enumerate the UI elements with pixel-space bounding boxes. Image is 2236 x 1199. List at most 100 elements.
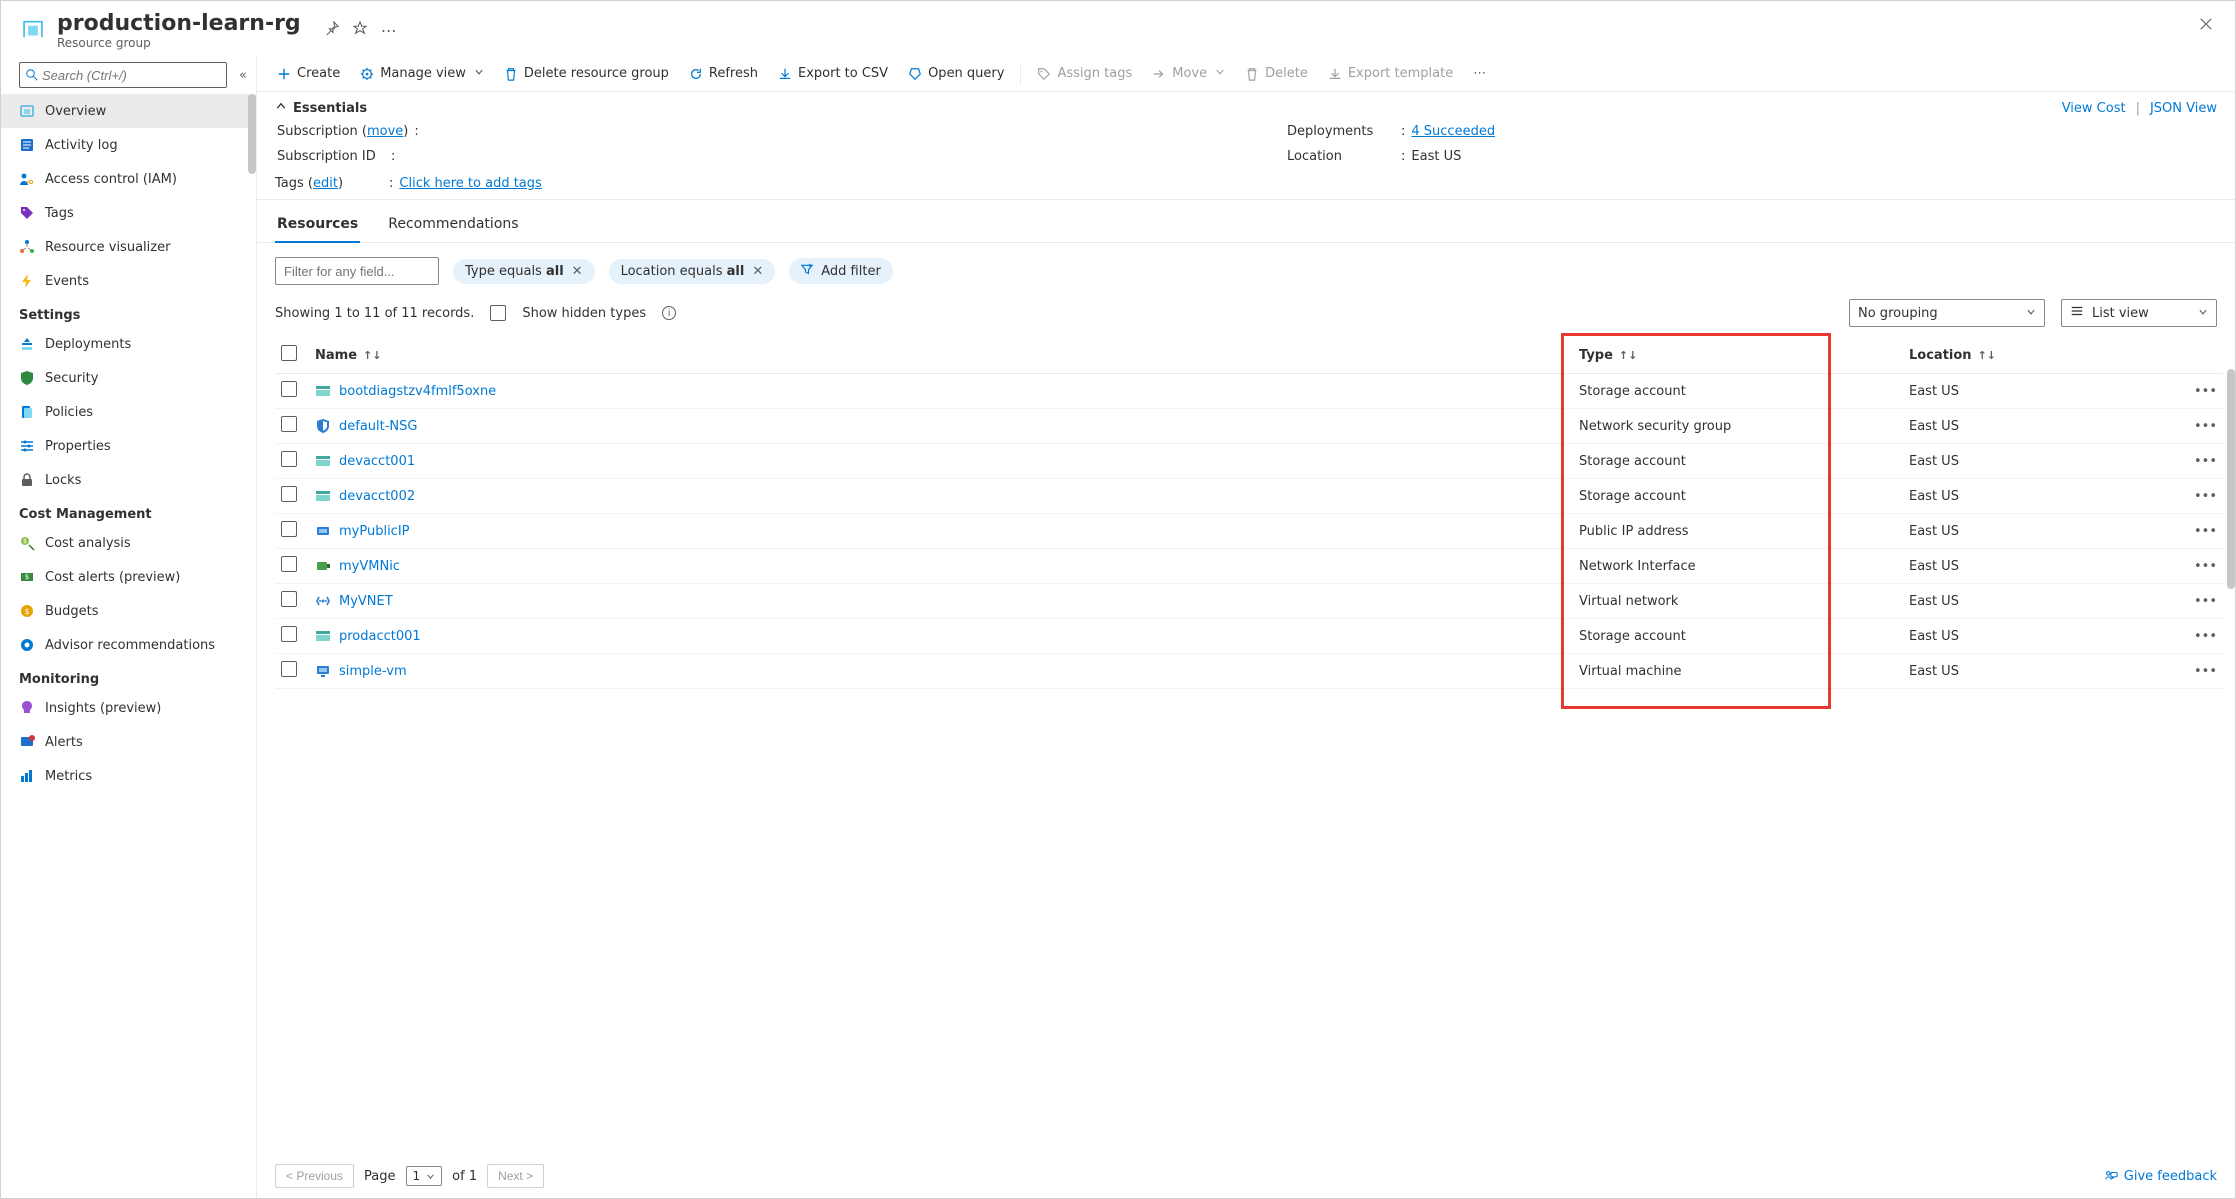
next-button[interactable]: Next > — [487, 1164, 544, 1188]
essentials-toggle[interactable] — [275, 100, 287, 116]
row-menu-icon[interactable]: ••• — [2183, 479, 2223, 514]
more-icon[interactable]: ⋯ — [381, 21, 397, 40]
sidebar-item-insights[interactable]: Insights (preview) — [1, 691, 256, 725]
add-tags-link[interactable]: Click here to add tags — [399, 176, 541, 191]
row-menu-icon[interactable]: ••• — [2183, 514, 2223, 549]
sidebar-item-iam[interactable]: Access control (IAM) — [1, 162, 256, 196]
sidebar-item-cost-alerts[interactable]: $ Cost alerts (preview) — [1, 560, 256, 594]
search-input[interactable] — [42, 68, 220, 83]
sidebar-item-events[interactable]: Events — [1, 264, 256, 298]
location-filter-pill[interactable]: Location equals all ✕ — [609, 259, 776, 284]
create-button[interactable]: Create — [269, 60, 348, 87]
delete-rg-button[interactable]: Delete resource group — [496, 60, 677, 87]
sidebar-item-policies[interactable]: Policies — [1, 395, 256, 429]
grouping-dropdown[interactable]: No grouping — [1849, 299, 2045, 327]
row-checkbox[interactable] — [281, 451, 297, 467]
sidebar-item-advisor[interactable]: Advisor recommendations — [1, 628, 256, 662]
resource-link[interactable]: bootdiagstzv4fmlf5oxne — [339, 384, 496, 399]
show-hidden-checkbox[interactable] — [490, 305, 506, 321]
resource-link[interactable]: simple-vm — [339, 664, 407, 679]
feedback-link[interactable]: Give feedback — [2104, 1169, 2217, 1184]
sidebar-item-metrics[interactable]: Metrics — [1, 759, 256, 793]
select-all-checkbox[interactable] — [281, 345, 297, 361]
row-menu-icon[interactable]: ••• — [2183, 549, 2223, 584]
column-location[interactable]: Location↑↓ — [1903, 337, 2183, 374]
column-type[interactable]: Type↑↓ — [1573, 337, 1903, 374]
deployments-link[interactable]: 4 Succeeded — [1411, 124, 1495, 139]
tags-edit-link[interactable]: edit — [313, 176, 338, 191]
row-menu-icon[interactable]: ••• — [2183, 654, 2223, 689]
pin-icon[interactable] — [325, 21, 339, 40]
row-menu-icon[interactable]: ••• — [2183, 619, 2223, 654]
resource-icon — [315, 453, 331, 469]
sidebar-search[interactable] — [19, 62, 227, 88]
add-filter-pill[interactable]: Add filter — [789, 258, 893, 284]
open-query-button[interactable]: Open query — [900, 60, 1012, 87]
table-row: default-NSGNetwork security groupEast US… — [275, 409, 2223, 444]
filter-input[interactable] — [275, 257, 439, 285]
resource-link[interactable]: myVMNic — [339, 559, 400, 574]
sidebar-item-visualizer[interactable]: Resource visualizer — [1, 230, 256, 264]
subscription-move-link[interactable]: move — [367, 124, 403, 139]
row-checkbox[interactable] — [281, 486, 297, 502]
type-filter-pill[interactable]: Type equals all ✕ — [453, 259, 595, 284]
metrics-icon — [19, 768, 35, 784]
sidebar-item-budgets[interactable]: $ Budgets — [1, 594, 256, 628]
close-icon[interactable] — [2199, 17, 2217, 35]
previous-button[interactable]: < Previous — [275, 1164, 354, 1188]
sidebar-item-properties[interactable]: Properties — [1, 429, 256, 463]
resource-link[interactable]: devacct002 — [339, 489, 415, 504]
collapse-icon[interactable]: « — [233, 68, 253, 83]
essentials-header[interactable]: Essentials — [293, 101, 367, 116]
resource-link[interactable]: myPublicIP — [339, 524, 410, 539]
table-scrollbar[interactable] — [2227, 369, 2235, 589]
sidebar-item-deployments[interactable]: Deployments — [1, 327, 256, 361]
page-subtitle: Resource group — [57, 36, 301, 50]
sidebar-scrollbar[interactable] — [248, 94, 256, 174]
favorite-icon[interactable] — [353, 21, 367, 40]
row-checkbox[interactable] — [281, 661, 297, 677]
resource-link[interactable]: MyVNET — [339, 594, 393, 609]
row-menu-icon[interactable]: ••• — [2183, 584, 2223, 619]
resource-type: Storage account — [1573, 374, 1903, 409]
export-csv-button[interactable]: Export to CSV — [770, 60, 896, 87]
resource-link[interactable]: devacct001 — [339, 454, 415, 469]
row-menu-icon[interactable]: ••• — [2183, 374, 2223, 409]
tab-recommendations[interactable]: Recommendations — [386, 210, 520, 242]
resource-link[interactable]: prodacct001 — [339, 629, 421, 644]
json-view-link[interactable]: JSON View — [2150, 101, 2217, 116]
column-name[interactable]: Name↑↓ — [309, 337, 1573, 374]
alerts-icon — [19, 734, 35, 750]
view-cost-link[interactable]: View Cost — [2062, 101, 2126, 116]
main-content: Create Manage view Delete resource group… — [257, 56, 2235, 1198]
sidebar-item-tags[interactable]: Tags — [1, 196, 256, 230]
location-row: Location: East US — [1287, 149, 2217, 164]
row-checkbox[interactable] — [281, 591, 297, 607]
sidebar-item-overview[interactable]: Overview — [1, 94, 256, 128]
delete-button: Delete — [1237, 60, 1316, 87]
remove-filter-icon[interactable]: ✕ — [752, 264, 763, 279]
manage-view-button[interactable]: Manage view — [352, 60, 492, 87]
info-icon[interactable]: i — [662, 306, 676, 320]
resources-table-wrap: Name↑↓ Type↑↓ Location↑↓ bootdiagstzv4fm… — [257, 337, 2235, 1154]
tab-resources[interactable]: Resources — [275, 210, 360, 242]
page-select[interactable]: 1 — [406, 1166, 443, 1186]
remove-filter-icon[interactable]: ✕ — [572, 264, 583, 279]
sidebar-item-security[interactable]: Security — [1, 361, 256, 395]
row-checkbox[interactable] — [281, 416, 297, 432]
refresh-button[interactable]: Refresh — [681, 60, 766, 87]
sidebar-item-locks[interactable]: Locks — [1, 463, 256, 497]
row-menu-icon[interactable]: ••• — [2183, 409, 2223, 444]
sidebar-item-activity-log[interactable]: Activity log — [1, 128, 256, 162]
row-menu-icon[interactable]: ••• — [2183, 444, 2223, 479]
view-mode-dropdown[interactable]: List view — [2061, 299, 2217, 327]
filter-field[interactable] — [284, 264, 430, 279]
row-checkbox[interactable] — [281, 626, 297, 642]
sidebar-item-alerts[interactable]: Alerts — [1, 725, 256, 759]
resource-link[interactable]: default-NSG — [339, 419, 417, 434]
more-commands-icon[interactable]: ⋯ — [1465, 60, 1494, 87]
row-checkbox[interactable] — [281, 556, 297, 572]
row-checkbox[interactable] — [281, 521, 297, 537]
row-checkbox[interactable] — [281, 381, 297, 397]
sidebar-item-cost-analysis[interactable]: $ Cost analysis — [1, 526, 256, 560]
